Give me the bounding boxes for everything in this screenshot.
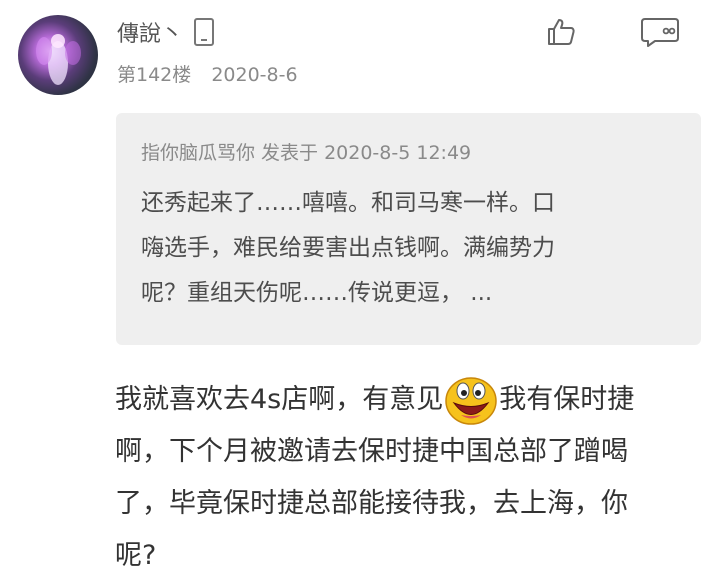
quote-line: 还秀起来了……嘻嘻。和司马寒一样。口 <box>141 190 555 216</box>
comment-icon[interactable] <box>640 16 680 48</box>
body-line: 啊，下个月被邀请去保时捷中国总部了蹭喝 <box>115 436 628 467</box>
body-line: 了，毕竟保时捷总部能接待我，去上海，你 <box>115 488 628 519</box>
quote-line: 嗨选手，难民给要害出点钱啊。满编势力 <box>141 235 555 261</box>
thumb-up-icon[interactable] <box>545 16 577 48</box>
body-line: 呢? <box>115 540 157 571</box>
username[interactable]: 傳說丶 <box>117 16 183 48</box>
body-line: 我就喜欢去4s店啊，有意见 我有保时捷 <box>115 374 710 426</box>
laughing-smiley-emoji <box>443 374 499 426</box>
user-avatar[interactable] <box>18 15 98 95</box>
username-row: 傳說丶 <box>117 16 215 48</box>
body-text: 我就喜欢去4s店啊，有意见 <box>115 384 444 415</box>
quote-body: 还秀起来了……嘻嘻。和司马寒一样。口 嗨选手，难民给要害出点钱啊。满编势力 呢？… <box>141 181 686 316</box>
quote-line: 呢？重组天伤呢……传说更逗， ... <box>141 280 493 306</box>
post-body: 我就喜欢去4s店啊，有意见 我有保时捷 啊，下个月被邀请去保时捷中国总部了蹭喝 … <box>115 374 710 582</box>
quote-header: 指你脑瓜骂你 发表于 2020-8-5 12:49 <box>141 142 472 164</box>
quoted-reply: 指你脑瓜骂你 发表于 2020-8-5 12:49 还秀起来了……嘻嘻。和司马寒… <box>116 113 701 345</box>
body-text: 我有保时捷 <box>499 384 635 415</box>
post-meta: 第142楼 2020-8-6 <box>117 60 312 87</box>
floor-number: 第142楼 <box>117 64 192 86</box>
post-date: 2020-8-6 <box>211 64 298 86</box>
phone-icon <box>193 17 215 47</box>
